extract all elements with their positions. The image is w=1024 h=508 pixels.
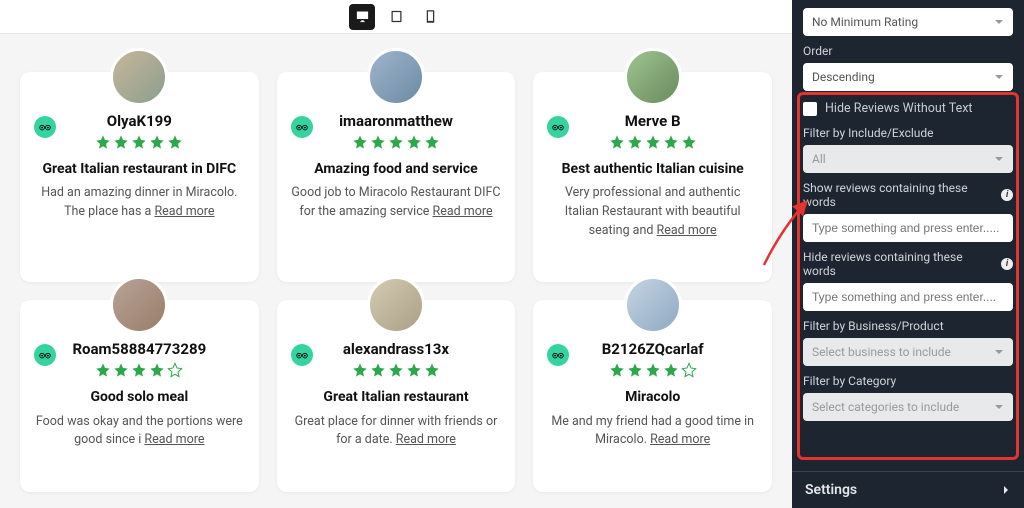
- star-rating: [34, 134, 245, 150]
- reviewer-name: Roam58884773289: [34, 340, 245, 358]
- filter-business-select[interactable]: Select business to include: [803, 338, 1013, 366]
- review-text: Me and my friend had a good time in Mira…: [547, 413, 758, 451]
- device-desktop-button[interactable]: [349, 4, 375, 30]
- star-rating: [34, 362, 245, 378]
- star-rating: [547, 134, 758, 150]
- tripadvisor-icon: [291, 116, 313, 138]
- order-value: Descending: [812, 70, 875, 84]
- filter-category-label: Filter by Category: [803, 374, 1013, 388]
- hide-words-input[interactable]: [803, 283, 1013, 311]
- review-text: Very professional and authentic Italian …: [547, 184, 758, 240]
- review-card: imaaronmatthew Amazing food and service …: [277, 72, 516, 282]
- review-text: Good job to Miracolo Restaurant DIFC for…: [291, 184, 502, 222]
- chevron-right-icon: [1001, 485, 1011, 495]
- filter-business-label: Filter by Business/Product: [803, 319, 1013, 333]
- hide-words-label: Hide reviews containing these words i: [803, 250, 1013, 278]
- filter-business-placeholder: Select business to include: [812, 345, 951, 359]
- star-rating: [547, 362, 758, 378]
- info-icon: i: [1001, 258, 1013, 270]
- min-rating-value: No Minimum Rating: [812, 15, 918, 29]
- review-card: B2126ZQcarlaf Miracolo Me and my friend …: [533, 300, 772, 492]
- review-title: Great Italian restaurant: [291, 388, 502, 406]
- review-text: Had an amazing dinner in Miracolo. The p…: [34, 184, 245, 222]
- chevron-down-icon: [994, 402, 1004, 412]
- filter-include-label: Filter by Include/Exclude: [803, 126, 1013, 140]
- star-rating: [291, 362, 502, 378]
- star-rating: [291, 134, 502, 150]
- filter-category-select[interactable]: Select categories to include: [803, 393, 1013, 421]
- show-words-input[interactable]: [803, 214, 1013, 242]
- avatar: [367, 276, 425, 334]
- avatar: [624, 48, 682, 106]
- review-text: Food was okay and the portions were good…: [34, 413, 245, 451]
- review-title: Amazing food and service: [291, 160, 502, 178]
- read-more-link[interactable]: Read more: [433, 204, 493, 219]
- device-tablet-button[interactable]: [383, 4, 409, 30]
- reviewer-name: Merve B: [547, 112, 758, 130]
- review-title: Great Italian restaurant in DIFC: [34, 160, 245, 178]
- order-label: Order: [803, 44, 1013, 58]
- tripadvisor-icon: [34, 116, 56, 138]
- avatar: [624, 276, 682, 334]
- filter-include-value: All: [812, 152, 826, 166]
- hide-without-text-label: Hide Reviews Without Text: [825, 101, 973, 116]
- device-toolbar: [0, 0, 792, 34]
- review-card: alexandrass13x Great Italian restaurant …: [277, 300, 516, 492]
- info-icon: i: [1001, 189, 1013, 201]
- tripadvisor-icon: [291, 344, 313, 366]
- read-more-link[interactable]: Read more: [154, 204, 214, 219]
- review-title: Best authentic Italian cuisine: [547, 160, 758, 178]
- hide-words-label-text: Hide reviews containing these words: [803, 250, 997, 278]
- chevron-down-icon: [994, 347, 1004, 357]
- reviewer-name: imaaronmatthew: [291, 112, 502, 130]
- read-more-link[interactable]: Read more: [144, 432, 204, 447]
- hide-without-text-checkbox[interactable]: [803, 102, 817, 116]
- review-title: Good solo meal: [34, 388, 245, 406]
- review-text: Great place for dinner with friends or f…: [291, 413, 502, 451]
- filter-include-select[interactable]: All: [803, 145, 1013, 173]
- settings-section[interactable]: Settings: [792, 471, 1024, 508]
- chevron-down-icon: [994, 17, 1004, 27]
- settings-label: Settings: [805, 482, 857, 498]
- reviewer-name: OlyaK199: [34, 112, 245, 130]
- avatar: [110, 276, 168, 334]
- read-more-link[interactable]: Read more: [396, 432, 456, 447]
- chevron-down-icon: [994, 72, 1004, 82]
- review-title: Miracolo: [547, 388, 758, 406]
- settings-panel: No Minimum Rating Order Descending Hide …: [792, 0, 1024, 508]
- device-mobile-button[interactable]: [417, 4, 443, 30]
- reviewer-name: B2126ZQcarlaf: [547, 340, 758, 358]
- filter-category-placeholder: Select categories to include: [812, 400, 959, 414]
- review-card: Roam58884773289 Good solo meal Food was …: [20, 300, 259, 492]
- review-card: OlyaK199 Great Italian restaurant in DIF…: [20, 72, 259, 282]
- show-words-label: Show reviews containing these words i: [803, 181, 1013, 209]
- read-more-link[interactable]: Read more: [650, 432, 710, 447]
- chevron-down-icon: [994, 154, 1004, 164]
- main-preview: OlyaK199 Great Italian restaurant in DIF…: [0, 0, 792, 508]
- order-select[interactable]: Descending: [803, 63, 1013, 91]
- review-card: Merve B Best authentic Italian cuisine V…: [533, 72, 772, 282]
- reviewer-name: alexandrass13x: [291, 340, 502, 358]
- read-more-link[interactable]: Read more: [657, 223, 717, 238]
- show-words-label-text: Show reviews containing these words: [803, 181, 997, 209]
- avatar: [367, 48, 425, 106]
- avatar: [110, 48, 168, 106]
- min-rating-select[interactable]: No Minimum Rating: [803, 8, 1013, 36]
- reviews-grid: OlyaK199 Great Italian restaurant in DIF…: [0, 34, 792, 508]
